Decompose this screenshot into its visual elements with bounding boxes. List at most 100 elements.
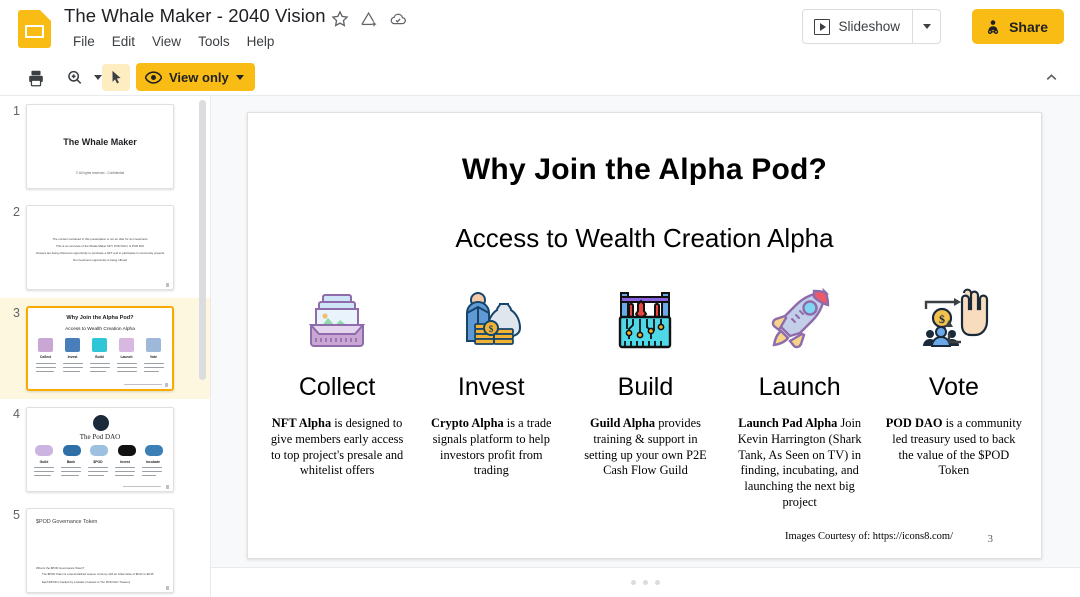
menu-help[interactable]: Help — [240, 32, 282, 51]
thumb-icon-invest — [65, 338, 80, 352]
thumb-icon-incubate — [145, 445, 163, 456]
select-cursor-icon[interactable] — [102, 64, 130, 91]
print-icon[interactable] — [22, 64, 50, 91]
thumbnail-slide-5[interactable]: 5 $POD Governance Token What is the $POD… — [0, 500, 210, 597]
rocket-launch-icon — [762, 283, 838, 359]
eye-icon — [145, 70, 162, 84]
feature-column-collect: Collect NFT Alpha is designed to give me… — [260, 283, 414, 511]
view-only-label: View only — [169, 69, 229, 85]
slideshow-button-group: Slideshow — [802, 9, 941, 44]
feature-body-launch: Launch Pad Alpha Join Kevin Harrington (… — [731, 416, 869, 511]
menu-file[interactable]: File — [66, 32, 102, 51]
thumb-subtitle: Access to Wealth Creation Alpha — [65, 327, 135, 332]
feature-column-invest: $ Invest Crypto Alpha is a trade signals… — [414, 283, 568, 511]
thumb-footer: © All rights reserved - Confidential — [75, 171, 125, 175]
thumb-page-number — [166, 485, 169, 489]
thumb-label-vote: Vote — [149, 355, 158, 359]
thumb-label-invest: Invest — [120, 460, 130, 464]
work-area: 1 The Whale Maker © All rights reserved … — [0, 96, 1080, 597]
thumb-line-3: Viewers are being offered an opportunity… — [35, 251, 165, 255]
thumb-line-2: The $POD Token is a decentralized reserv… — [42, 572, 154, 576]
thumbnail-card: The Whale Maker © All rights reserved - … — [26, 104, 174, 189]
thumbnail-number: 4 — [13, 407, 20, 421]
person-share-icon — [987, 19, 999, 34]
thumbnail-slide-2[interactable]: 2 The content contained in this presenta… — [0, 197, 210, 298]
menu-bar: File Edit View Tools Help — [66, 32, 281, 51]
feature-column-vote: $ Vote POD DAO is a community led treasu… — [877, 283, 1031, 511]
feature-title-invest: Invest — [457, 373, 525, 401]
thumb-icon-invest — [117, 445, 136, 456]
thumb-line-1: What is the $POD Governance Token? — [36, 566, 85, 570]
slide-canvas-area[interactable]: Why Join the Alpha Pod? Access to Wealth… — [211, 96, 1080, 567]
chevron-down-icon — [922, 24, 931, 29]
view-only-button[interactable]: View only — [136, 63, 255, 91]
share-button[interactable]: Share — [972, 9, 1064, 44]
filmstrip-scrollbar[interactable] — [199, 100, 206, 380]
thumb-icon-launch — [119, 338, 134, 352]
feature-title-build: Build — [617, 373, 674, 401]
menu-view[interactable]: View — [145, 32, 188, 51]
slideshow-options-button[interactable] — [912, 10, 940, 43]
feature-body-bold: Guild Alpha — [590, 416, 656, 430]
investor-money-bag-icon: $ — [453, 283, 529, 359]
thumbnail-number: 5 — [13, 508, 20, 522]
thumbnail-card: The content contained in this presentati… — [26, 205, 174, 290]
chevron-up-icon[interactable] — [1036, 63, 1066, 91]
community-vote-hand-icon: $ — [916, 283, 992, 359]
thumb-icon-pod — [90, 445, 108, 456]
thumbnail-card: $POD Governance Token What is the $POD G… — [26, 508, 174, 593]
star-icon[interactable] — [330, 9, 350, 29]
document-title[interactable]: The Whale Maker - 2040 Vision — [64, 5, 326, 27]
feature-body-vote: POD DAO is a community led treasury used… — [885, 416, 1023, 479]
thumbnail-slide-1[interactable]: 1 The Whale Maker © All rights reserved … — [0, 96, 210, 197]
menu-tools[interactable]: Tools — [191, 32, 237, 51]
thumb-line-1: The content contained in this presentati… — [52, 237, 148, 241]
thumb-page-number — [165, 383, 168, 387]
thumb-title: Why Join the Alpha Pod? — [66, 315, 134, 321]
speaker-notes-bar[interactable] — [211, 567, 1080, 597]
feature-title-collect: Collect — [298, 373, 376, 401]
toolbox-circuit-icon — [607, 283, 683, 359]
thumb-icon-vote — [146, 338, 161, 352]
image-credits: Images Courtesy of: https://icons8.com/ — [785, 531, 953, 542]
slideshow-label: Slideshow — [838, 19, 900, 34]
slide-subheading: Access to Wealth Creation Alpha — [455, 223, 834, 253]
thumb-line-3: Each $POD is backed by a basket of asset… — [42, 580, 131, 584]
thumb-icon-build — [92, 338, 107, 352]
feature-column-launch: Launch Launch Pad Alpha Join Kevin Harri… — [723, 283, 877, 511]
thumb-page-number — [166, 283, 169, 287]
feature-columns: Collect NFT Alpha is designed to give me… — [260, 283, 1031, 511]
menu-edit[interactable]: Edit — [105, 32, 142, 51]
feature-body-bold: Launch Pad Alpha — [738, 416, 838, 430]
feature-body-bold: Crypto Alpha — [431, 416, 504, 430]
thumb-label-collect: Collect — [39, 355, 52, 359]
thumb-icon-collect — [38, 338, 53, 352]
current-slide[interactable]: Why Join the Alpha Pod? Access to Wealth… — [247, 112, 1042, 559]
cloud-saved-icon[interactable] — [388, 9, 408, 29]
svg-text:$: $ — [939, 312, 945, 326]
thumb-line-4: No investment opportunity is being offer… — [72, 258, 128, 262]
feature-column-build: Build Guild Alpha provides training & su… — [568, 283, 722, 511]
slide-filmstrip[interactable]: 1 The Whale Maker © All rights reserved … — [0, 96, 210, 597]
thumbnail-slide-3[interactable]: 3 Why Join the Alpha Pod? Access to Weal… — [0, 298, 210, 399]
slideshow-button[interactable]: Slideshow — [803, 10, 912, 43]
thumbnail-slide-4[interactable]: 4 The Pod DAO Guild Bank $POD Invest Inc… — [0, 399, 210, 500]
feature-body-bold: POD DAO — [885, 416, 943, 430]
slide-page-number: 3 — [987, 533, 994, 545]
feature-body-build: Guild Alpha provides training & support … — [576, 416, 714, 479]
thumb-label-bank: Bank — [66, 460, 76, 464]
move-to-folder-icon[interactable] — [359, 9, 379, 29]
drag-dots-icon[interactable] — [631, 580, 660, 585]
app-top-bar: The Whale Maker - 2040 Vision File Edit … — [0, 0, 1080, 58]
thumb-icon-guild — [35, 445, 53, 456]
svg-text:$: $ — [489, 324, 494, 334]
thumb-page-number — [166, 586, 169, 590]
feature-title-vote: Vote — [928, 373, 979, 401]
zoom-in-icon[interactable] — [60, 64, 88, 91]
thumb-label-build: Build — [95, 355, 104, 359]
thumbnail-number: 3 — [13, 306, 20, 320]
thumb-title: The Pod DAO — [79, 433, 121, 441]
thumbnail-number: 1 — [13, 104, 20, 118]
thumb-icon-bank — [62, 445, 81, 456]
feature-body-collect: NFT Alpha is designed to give members ea… — [268, 416, 406, 479]
